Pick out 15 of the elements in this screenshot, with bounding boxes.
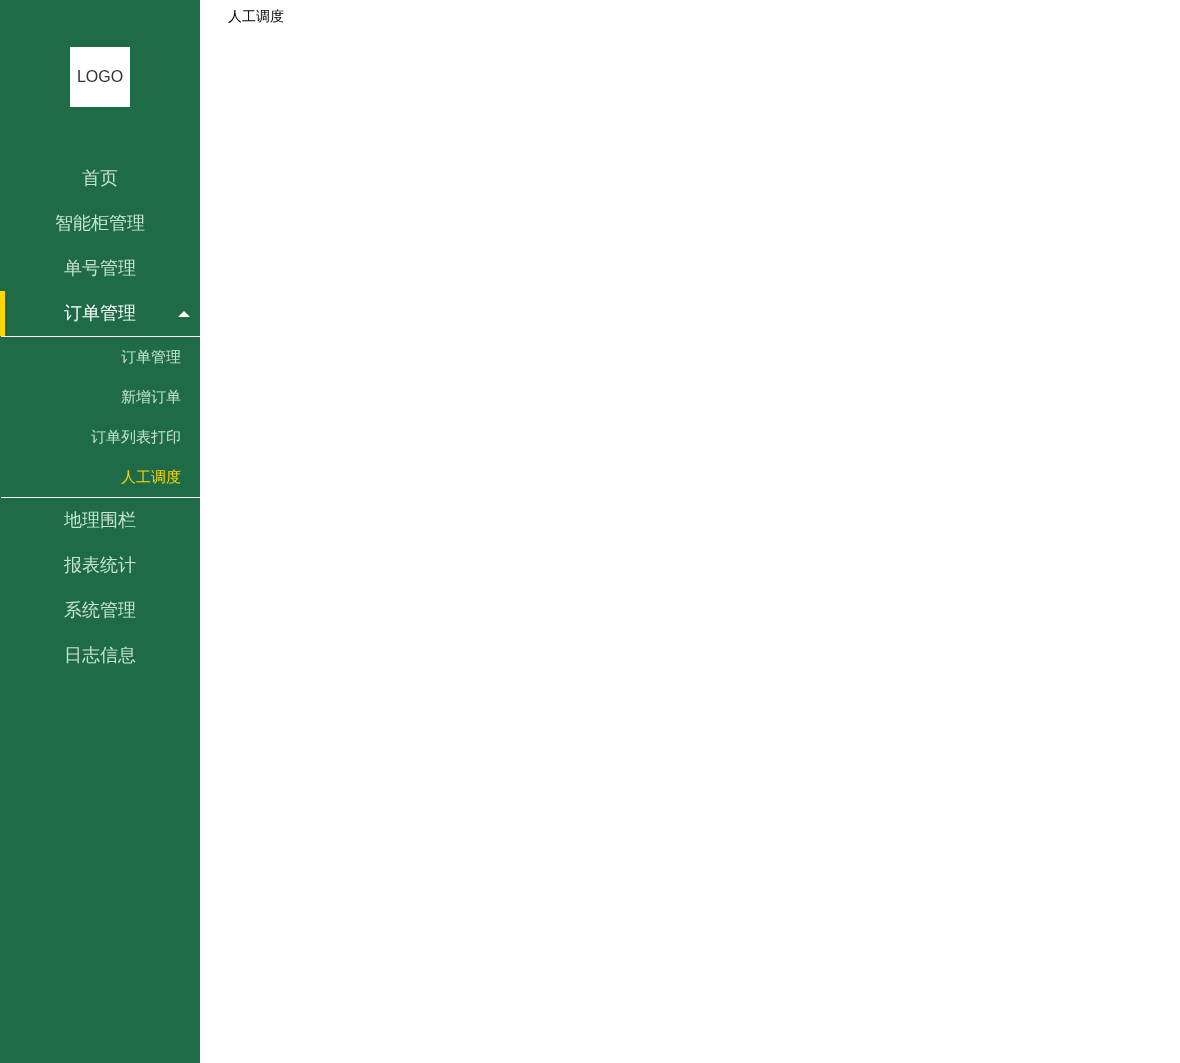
logo: LOGO — [70, 47, 130, 107]
caret-icon — [178, 311, 190, 317]
menu-item[interactable]: 智能柜管理 — [0, 201, 200, 246]
menu-item[interactable]: 单号管理 — [0, 246, 200, 291]
menu-item[interactable]: 报表统计 — [0, 543, 200, 588]
menu-item[interactable]: 首页 — [0, 156, 200, 201]
submenu-item[interactable]: 人工调度 — [1, 457, 200, 497]
menu-item[interactable]: 订单管理 — [0, 291, 200, 336]
submenu-item[interactable]: 订单列表打印 — [1, 417, 200, 457]
menu-item[interactable]: 日志信息 — [0, 633, 200, 678]
breadcrumb: 人工调度 — [228, 7, 285, 26]
menu-item[interactable]: 地理围栏 — [0, 498, 200, 543]
submenu-item[interactable]: 订单管理 — [1, 337, 200, 377]
menu-item[interactable]: 系统管理 — [0, 588, 200, 633]
submenu-item[interactable]: 新增订单 — [1, 377, 200, 417]
